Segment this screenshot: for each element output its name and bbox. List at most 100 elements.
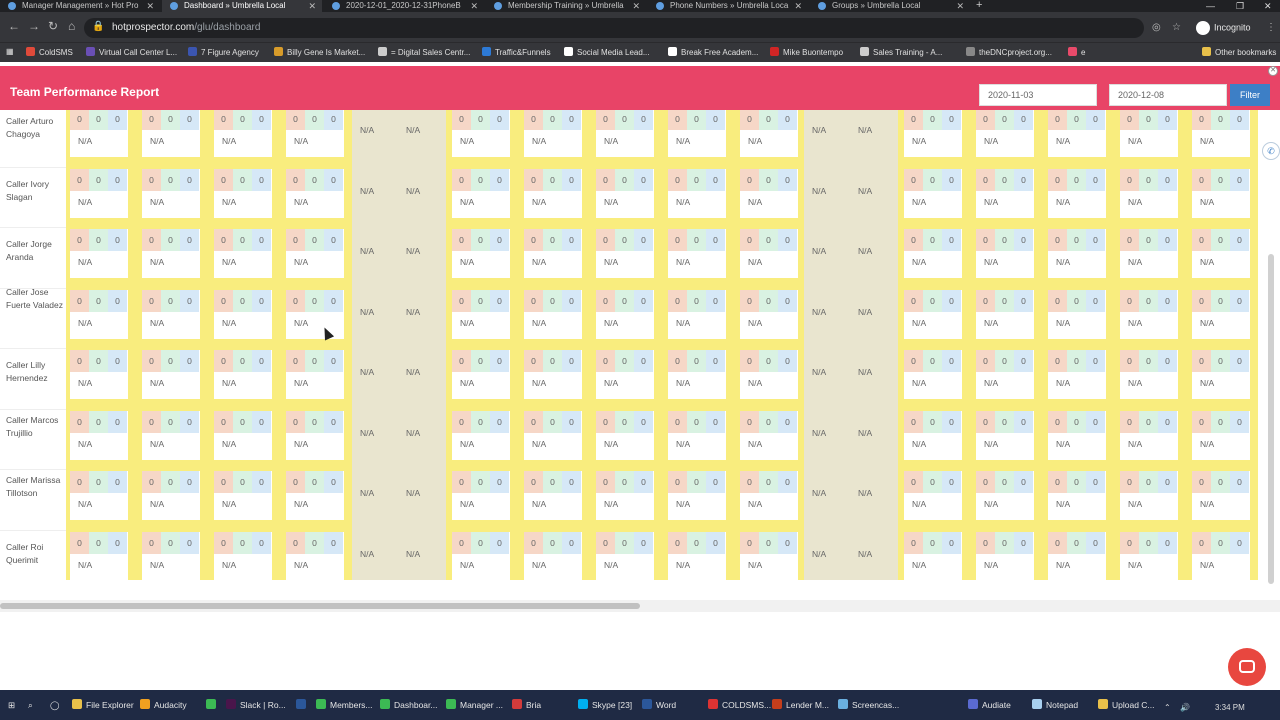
stat-cell[interactable]: 0 0 0 N/A [1192, 471, 1250, 520]
stat-cell[interactable]: 0 0 0 N/A [1192, 229, 1250, 278]
stat-cell[interactable]: 0 0 0 N/A [524, 229, 582, 278]
search-icon[interactable]: ⌕ [28, 697, 33, 713]
stat-cell[interactable]: 0 0 0 N/A [1048, 289, 1106, 339]
stat-cell[interactable]: 0 0 0 N/A [452, 471, 510, 520]
stat-cell[interactable]: 0 0 0 N/A [740, 110, 798, 157]
taskbar-audiate[interactable]: Audiate [968, 697, 1011, 713]
stat-cell[interactable]: 0 0 0 N/A [1048, 229, 1106, 278]
close-tab-icon[interactable]: ✕ [794, 0, 802, 12]
horizontal-scroll-thumb[interactable] [0, 603, 640, 609]
stat-cell[interactable]: 0 0 0 N/A [142, 229, 200, 278]
menu-icon[interactable]: ⋮ [1266, 22, 1276, 33]
reload-icon[interactable]: ↻ [48, 19, 58, 33]
start-icon[interactable]: ⊞ [8, 697, 15, 713]
stat-cell[interactable]: 0 0 0 N/A [70, 531, 128, 580]
stat-cell[interactable]: 0 0 0 N/A [70, 110, 128, 157]
maximize-icon[interactable]: ❐ [1236, 0, 1244, 12]
taskbar-file-explorer[interactable]: File Explorer [72, 697, 134, 713]
stat-cell[interactable]: 0 0 0 N/A [904, 110, 962, 157]
stat-cell[interactable]: 0 0 0 N/A [1192, 110, 1250, 157]
forward-icon[interactable]: → [28, 19, 40, 33]
vertical-scrollbar[interactable] [1268, 254, 1274, 584]
bookmark-traffic-funnels[interactable]: Traffic&Funnels [482, 47, 551, 57]
tab-dashboard[interactable]: Dashboard » Umbrella Local ✕ [162, 0, 322, 12]
close-icon[interactable]: ✕ [1268, 66, 1278, 76]
stat-cell[interactable]: 0 0 0 N/A [1192, 410, 1250, 460]
back-icon[interactable]: ← [8, 19, 20, 33]
stat-cell[interactable]: 0 0 0 N/A [142, 410, 200, 460]
stat-cell[interactable]: 0 0 0 N/A [286, 289, 344, 339]
stat-cell[interactable]: 0 0 0 N/A [524, 531, 582, 580]
stat-cell[interactable]: 0 0 0 N/A [596, 410, 654, 460]
taskbar-audacity[interactable]: Audacity [140, 697, 187, 713]
stat-cell[interactable]: 0 0 0 N/A [142, 289, 200, 339]
stat-cell[interactable]: 0 0 0 N/A [976, 471, 1034, 520]
bookmark-e[interactable]: e [1068, 47, 1085, 57]
stat-cell[interactable]: 0 0 0 N/A [1192, 531, 1250, 580]
stat-cell[interactable]: 0 0 0 N/A [452, 110, 510, 157]
stat-cell[interactable]: 0 0 0 N/A [452, 168, 510, 218]
address-bar[interactable]: 🔒 hotprospector.com/glu/dashboard [84, 18, 1144, 38]
phone-icon[interactable]: ✆ [1262, 142, 1280, 160]
stat-cell[interactable]: 0 0 0 N/A [524, 168, 582, 218]
bookmark-virtual-call-center[interactable]: Virtual Call Center L... [86, 47, 177, 57]
stat-cell[interactable]: 0 0 0 N/A [524, 350, 582, 399]
stat-cell[interactable]: 0 0 0 N/A [214, 110, 272, 157]
bookmark-dnc-project[interactable]: theDNCproject.org... [966, 47, 1052, 57]
stat-cell[interactable]: 0 0 0 N/A [214, 168, 272, 218]
tab-phonebook-report[interactable]: 2020-12-01_2020-12-31PhoneB ✕ [324, 0, 484, 12]
stat-cell[interactable]: 0 0 0 N/A [1192, 168, 1250, 218]
taskbar-screencast[interactable]: Screencas... [838, 697, 899, 713]
stat-cell[interactable]: 0 0 0 N/A [1048, 410, 1106, 460]
bookmark-mike-buontempo[interactable]: Mike Buontempo [770, 47, 843, 57]
stat-cell[interactable]: 0 0 0 N/A [976, 229, 1034, 278]
stat-cell[interactable]: 0 0 0 N/A [904, 531, 962, 580]
apps-icon[interactable]: ▦ [6, 47, 14, 56]
stat-cell[interactable]: 0 0 0 N/A [1192, 350, 1250, 399]
stat-cell[interactable]: 0 0 0 N/A [1120, 110, 1178, 157]
stat-cell[interactable]: 0 0 0 N/A [452, 350, 510, 399]
stat-cell[interactable]: 0 0 0 N/A [904, 289, 962, 339]
bookmark-coldsms[interactable]: ColdSMS [26, 47, 73, 57]
stat-cell[interactable]: 0 0 0 N/A [596, 531, 654, 580]
task-view-icon[interactable]: ◯ [50, 697, 60, 713]
stat-cell[interactable]: 0 0 0 N/A [1048, 531, 1106, 580]
stat-cell[interactable]: 0 0 0 N/A [286, 531, 344, 580]
bookmark-billy-gene[interactable]: Billy Gene Is Market... [274, 47, 365, 57]
stat-cell[interactable]: 0 0 0 N/A [1120, 289, 1178, 339]
stat-cell[interactable]: 0 0 0 N/A [668, 471, 726, 520]
taskbar-chrome[interactable] [206, 697, 220, 713]
incognito-badge[interactable]: Incognito [1196, 21, 1251, 35]
stat-cell[interactable]: 0 0 0 N/A [214, 350, 272, 399]
stat-cell[interactable]: 0 0 0 N/A [596, 229, 654, 278]
stat-cell[interactable]: 0 0 0 N/A [452, 229, 510, 278]
tray-chevron-icon[interactable]: ⌃ [1164, 703, 1171, 712]
stat-cell[interactable]: 0 0 0 N/A [668, 110, 726, 157]
close-tab-icon[interactable]: ✕ [632, 0, 640, 12]
stat-cell[interactable]: 0 0 0 N/A [740, 168, 798, 218]
stat-cell[interactable]: 0 0 0 N/A [286, 350, 344, 399]
stat-cell[interactable]: 0 0 0 N/A [668, 350, 726, 399]
taskbar-dashboard[interactable]: Dashboar... [380, 697, 437, 713]
stat-cell[interactable]: 0 0 0 N/A [142, 471, 200, 520]
stat-cell[interactable]: 0 0 0 N/A [286, 410, 344, 460]
stat-cell[interactable]: 0 0 0 N/A [524, 289, 582, 339]
stat-cell[interactable]: 0 0 0 N/A [904, 410, 962, 460]
stat-cell[interactable]: 0 0 0 N/A [596, 471, 654, 520]
star-icon[interactable]: ☆ [1172, 22, 1181, 33]
close-window-icon[interactable]: ✕ [1264, 0, 1272, 12]
tab-groups[interactable]: Groups » Umbrella Local ✕ [810, 0, 970, 12]
stat-cell[interactable]: 0 0 0 N/A [142, 350, 200, 399]
stat-cell[interactable]: 0 0 0 N/A [214, 531, 272, 580]
stat-cell[interactable]: 0 0 0 N/A [142, 531, 200, 580]
chat-button[interactable] [1228, 648, 1266, 686]
stat-cell[interactable]: 0 0 0 N/A [524, 110, 582, 157]
stat-cell[interactable]: 0 0 0 N/A [740, 350, 798, 399]
taskbar-manager[interactable]: Manager ... [446, 697, 503, 713]
home-icon[interactable]: ⌂ [68, 19, 75, 33]
stat-cell[interactable]: 0 0 0 N/A [1120, 531, 1178, 580]
close-tab-icon[interactable]: ✕ [308, 0, 316, 12]
stat-cell[interactable]: 0 0 0 N/A [976, 410, 1034, 460]
stat-cell[interactable]: 0 0 0 N/A [976, 531, 1034, 580]
stat-cell[interactable]: 0 0 0 N/A [1048, 110, 1106, 157]
